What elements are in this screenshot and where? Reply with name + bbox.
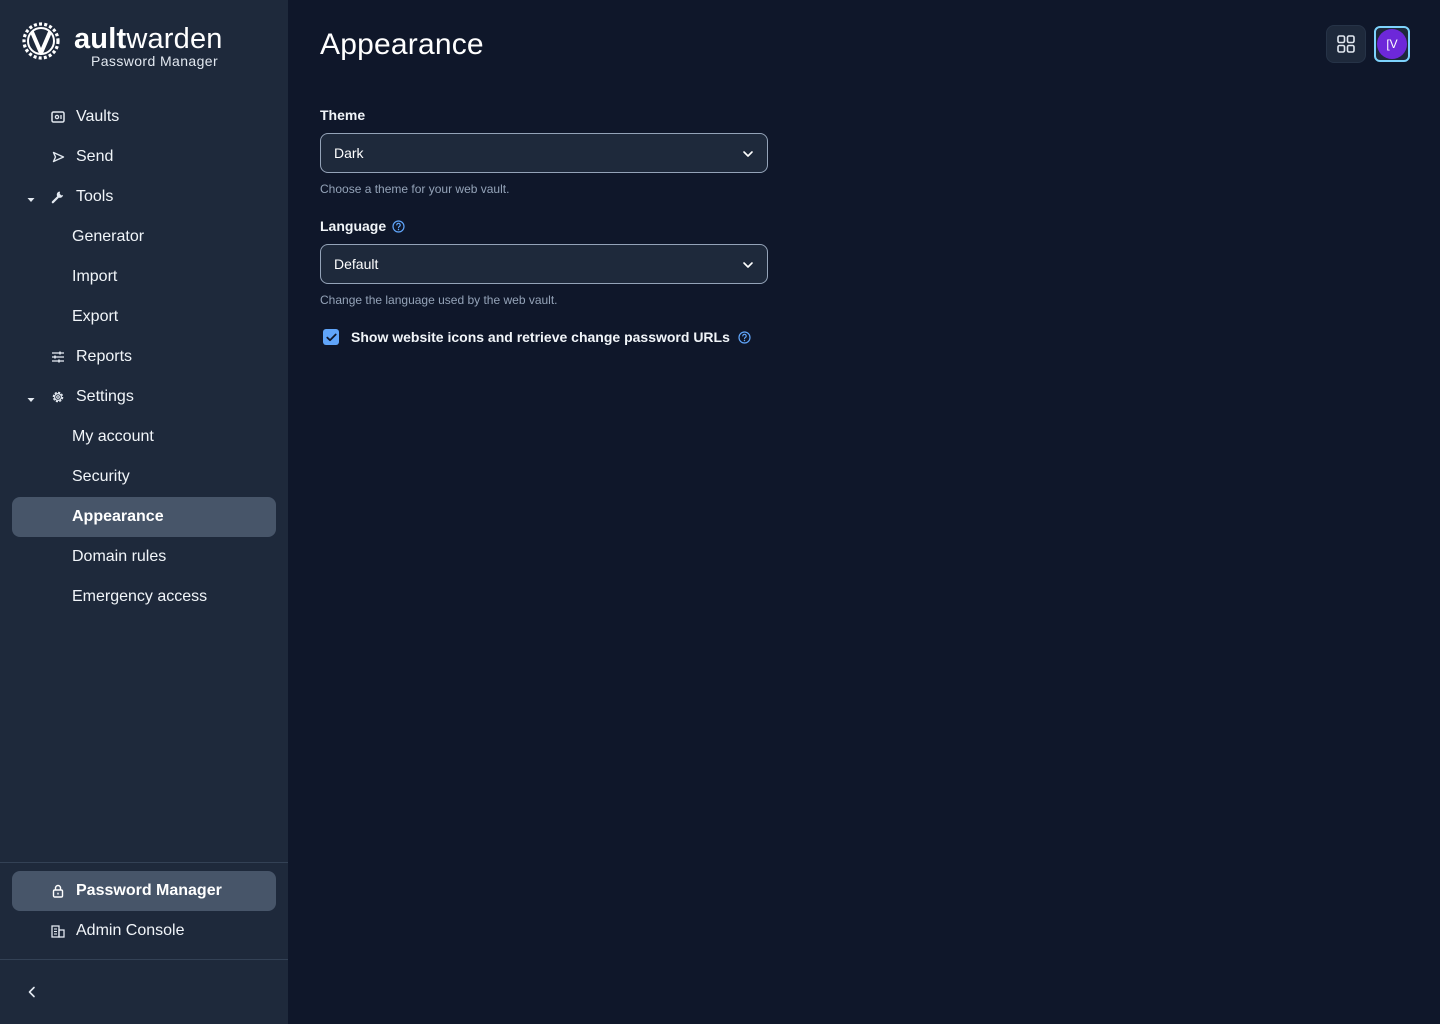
sidebar-item-label: Import: [72, 268, 118, 285]
language-label: Language: [320, 217, 768, 235]
sidebar-item-reports[interactable]: Reports: [12, 337, 276, 377]
chevron-down-icon: [743, 262, 753, 268]
sidebar-item-appearance[interactable]: Appearance: [12, 497, 276, 537]
sidebar-item-security[interactable]: Security: [12, 457, 276, 497]
help-icon[interactable]: [738, 330, 751, 344]
sidebar-item-vaults[interactable]: Vaults: [12, 97, 276, 137]
grid-icon: [1337, 35, 1355, 53]
sidebar-item-label: Send: [76, 148, 114, 165]
caret-down-icon: [26, 192, 36, 202]
product-switcher: Password Manager Admin Console: [0, 862, 288, 951]
sidebar-item-label: Generator: [72, 228, 145, 245]
sidebar-item-label: Domain rules: [72, 548, 167, 565]
language-select[interactable]: Default: [320, 244, 768, 284]
sidebar-item-export[interactable]: Export: [12, 297, 276, 337]
product-admin-console[interactable]: Admin Console: [12, 911, 276, 951]
sidebar-nav: Vaults Send Tools Generator Import Expor…: [12, 97, 276, 617]
sidebar-item-domain-rules[interactable]: Domain rules: [12, 537, 276, 577]
sidebar-item-label: Vaults: [76, 108, 120, 125]
product-label: Password Manager: [76, 882, 222, 899]
caret-down-icon: [26, 392, 36, 402]
sidebar-item-import[interactable]: Import: [12, 257, 276, 297]
main-content: Appearance [V Theme Dark Choose a theme …: [288, 0, 1440, 1024]
website-icons-setting: Show website icons and retrieve change p…: [320, 329, 768, 345]
brand-name: Vaultwarden: [73, 23, 223, 55]
theme-label: Theme: [320, 107, 366, 123]
sidebar-item-tools[interactable]: Tools: [12, 177, 276, 217]
language-select-value: Default: [334, 256, 379, 272]
sidebar-item-label: Emergency access: [72, 588, 208, 605]
brand-subtitle: Password Manager: [91, 53, 219, 69]
avatar: [V: [1377, 29, 1407, 59]
sidebar-item-label: Security: [72, 468, 130, 485]
lock-icon: [50, 883, 66, 899]
sidebar-item-label: Reports: [76, 348, 133, 365]
send-icon: [50, 149, 66, 165]
sidebar-item-label: My account: [72, 428, 154, 445]
building-icon: [50, 923, 66, 939]
header-actions: [V: [1326, 25, 1410, 63]
sidebar: Vaultwarden Password Manager Vaults Send: [0, 0, 288, 1024]
sidebar-item-generator[interactable]: Generator: [12, 217, 276, 257]
sliders-icon: [50, 349, 66, 365]
sidebar-item-settings[interactable]: Settings: [12, 377, 276, 417]
checkmark-icon: [325, 333, 337, 341]
theme-select-value: Dark: [334, 145, 364, 161]
brand-logo[interactable]: Vaultwarden Password Manager: [20, 18, 260, 70]
wrench-icon: [50, 189, 66, 205]
collapse-sidebar-button[interactable]: [22, 982, 42, 1002]
chevron-left-icon: [28, 986, 35, 998]
chevron-down-icon: [743, 151, 753, 157]
product-label: Admin Console: [76, 922, 185, 939]
account-avatar-button[interactable]: [V: [1374, 26, 1410, 62]
language-hint: Change the language used by the web vaul…: [320, 293, 558, 307]
app-root: Vaultwarden Password Manager Vaults Send: [0, 0, 1440, 1024]
help-icon[interactable]: [392, 219, 405, 233]
product-switcher-button[interactable]: [1326, 25, 1366, 63]
theme-select[interactable]: Dark: [320, 133, 768, 173]
sidebar-footer: [0, 959, 288, 1024]
sidebar-item-label: Appearance: [72, 508, 164, 525]
product-password-manager[interactable]: Password Manager: [12, 871, 276, 911]
theme-hint: Choose a theme for your web vault.: [320, 182, 510, 196]
appearance-form: Theme Dark Choose a theme for your web v…: [320, 106, 768, 345]
vault-icon: [50, 109, 66, 125]
website-icons-checkbox[interactable]: [323, 329, 339, 345]
sidebar-item-emergency-access[interactable]: Emergency access: [12, 577, 276, 617]
page-title: Appearance: [320, 28, 484, 61]
sidebar-item-send[interactable]: Send: [12, 137, 276, 177]
gear-icon: [50, 389, 66, 405]
sidebar-item-my-account[interactable]: My account: [12, 417, 276, 457]
sidebar-item-label: Settings: [76, 388, 134, 405]
sidebar-item-label: Tools: [76, 188, 114, 205]
website-icons-label[interactable]: Show website icons and retrieve change p…: [351, 329, 730, 345]
sidebar-item-label: Export: [72, 308, 119, 325]
